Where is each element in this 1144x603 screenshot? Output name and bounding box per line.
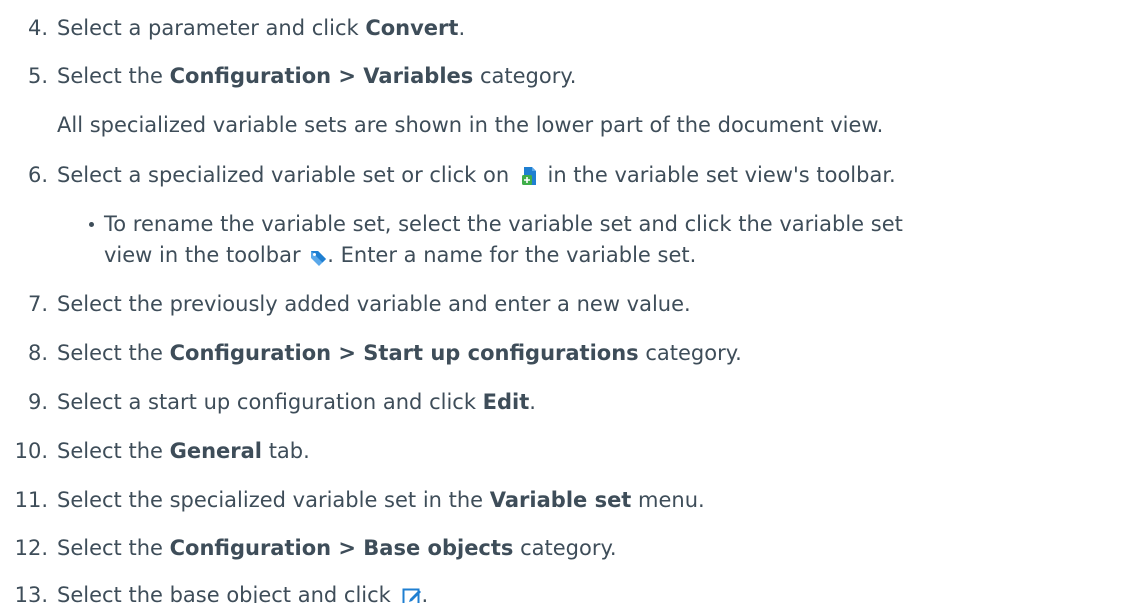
step-number: 10. [14,439,48,463]
step-text: Select the Configuration > Start up conf… [57,338,742,368]
ui-term: Configuration > Base objects [169,536,514,560]
ui-term: Variable set [489,488,632,512]
step-number: 5. [27,64,48,88]
list-item: 11. Select the specialized variable set … [0,485,1144,515]
text-run: view in the toolbar [104,243,308,267]
list-item: 12. Select the Configuration > Base obje… [0,533,1144,563]
bullet-text: To rename the variable set, select the v… [104,212,903,236]
text-run: Select a start up configuration and clic… [57,390,483,414]
text-run: Select the [57,536,170,560]
step-number: 11. [14,488,48,512]
list-item: 4. Select a parameter and click Convert. [0,13,1144,43]
text-run: Select the base object and click [57,583,398,603]
step-text: Select a parameter and click Convert. [57,13,465,43]
text-run: . [458,16,466,40]
new-variable-set-icon [521,164,537,185]
list-item: 9. Select a start up configuration and c… [0,387,1144,417]
text-run: category. [473,64,577,88]
text-run: Select the [57,439,170,463]
ui-term: Configuration > Variables [169,64,474,88]
step-text: Select a start up configuration and clic… [57,387,536,417]
step-number: 9. [27,390,48,414]
ui-term: General [169,439,263,463]
text-run: category. [513,536,617,560]
step-text: Select the base object and click . [57,580,428,603]
step-number: 12. [14,536,48,560]
tag-icon [309,245,327,266]
text-run: in the variable set view's toolbar. [540,163,896,187]
text-run: . [529,390,536,414]
text-run: . Enter a name for the variable set. [327,243,697,267]
step-text: Select the General tab. [57,436,310,466]
list-item: 8. Select the Configuration > Start up c… [0,338,1144,368]
text-run: Select the [57,64,170,88]
step-text: Select the previously added variable and… [57,292,691,316]
step-number: 4. [27,16,48,40]
text-run: . [421,583,429,603]
text-run: tab. [262,439,310,463]
ui-term: Convert [365,16,459,40]
text-run: Select a parameter and click [57,16,366,40]
step-text: Select the specialized variable set in t… [57,485,705,515]
ui-term: Edit [482,390,530,414]
list-item: 6. Select a specialized variable set or … [0,160,1144,190]
step-text: Select the Configuration > Base objects … [57,533,617,563]
step-number: 8. [27,341,48,365]
text-run: menu. [631,488,705,512]
step-number: 6. [27,163,48,187]
step-text: Select the Configuration > Variables cat… [57,61,576,91]
text-run: category. [638,341,742,365]
text-run: Select the [57,341,170,365]
list-item: 13. Select the base object and click . [0,580,1144,603]
list-item: 7. Select the previously added variable … [0,289,1144,319]
bullet-text: view in the toolbar . Enter a name for t… [104,240,696,270]
text-run: Select the specialized variable set in t… [57,488,490,512]
text-run: Select a specialized variable set or cli… [57,163,516,187]
ui-term: Configuration > Start up configurations [169,341,639,365]
list-item: 10. Select the General tab. [0,436,1144,466]
step-number: 13. [14,583,48,603]
step-number: 7. [27,292,48,316]
step-text: Select a specialized variable set or cli… [57,160,896,190]
bullet-dot [89,222,94,227]
step-note: All specialized variable sets are shown … [57,113,884,137]
edit-icon [402,584,422,603]
list-item: 5. Select the Configuration > Variables … [0,61,1144,91]
